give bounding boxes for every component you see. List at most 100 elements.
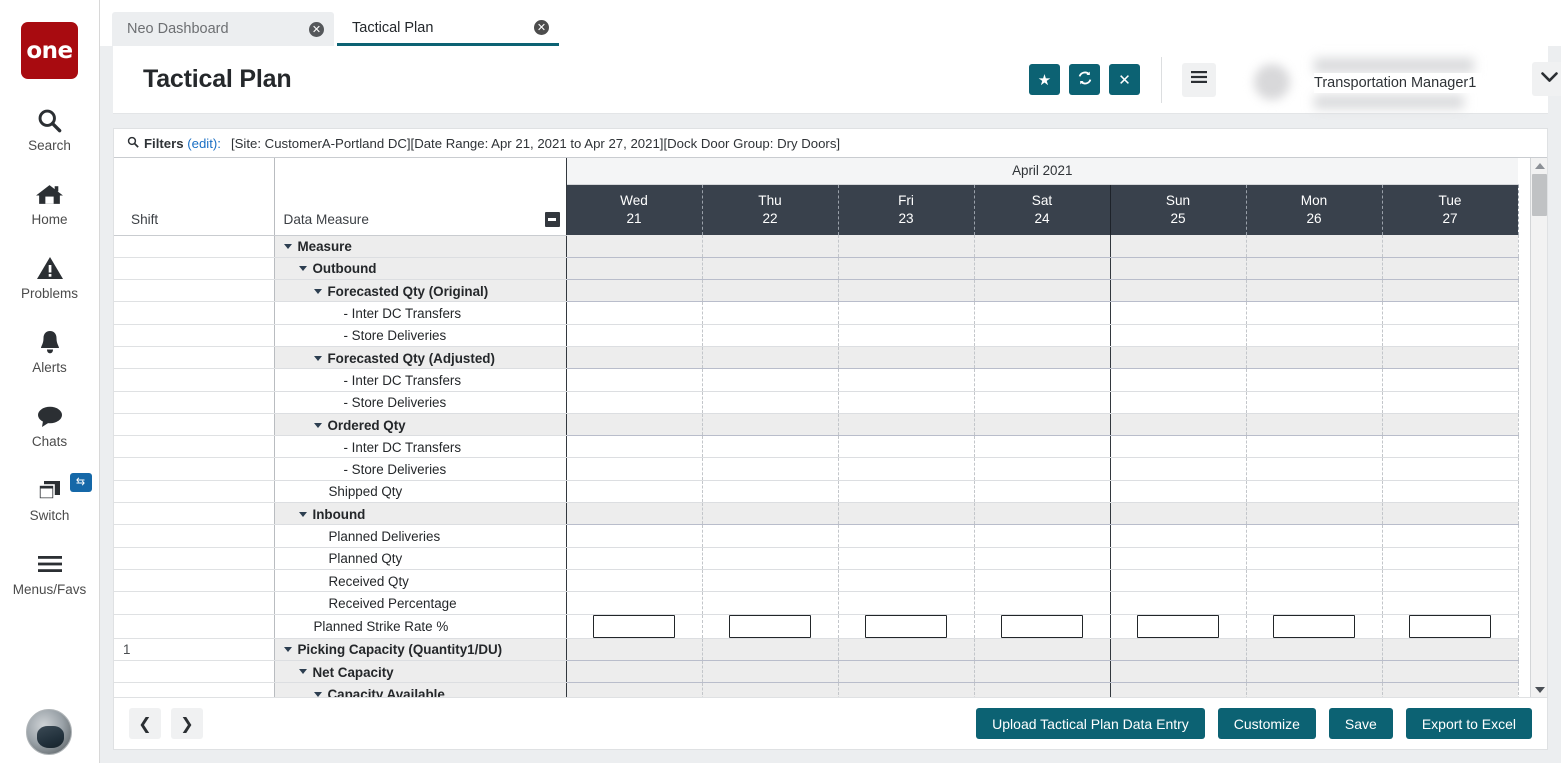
grid-scroll-area[interactable]: April 2021 Shift Data Measure Wed21 Thu2… <box>114 158 1530 697</box>
cell-day-25[interactable] <box>1110 346 1246 368</box>
nav-item-switch[interactable]: ⇆ Switch <box>0 475 100 523</box>
cell-day-26[interactable] <box>1246 660 1382 682</box>
close-button[interactable]: ✕ <box>1109 64 1140 95</box>
table-row[interactable]: Outbound <box>114 257 1518 279</box>
cell-day-24[interactable] <box>974 525 1110 547</box>
cell-day-22[interactable] <box>702 683 838 697</box>
cell-day-23[interactable] <box>838 391 974 413</box>
cell-data-measure[interactable]: - Store Deliveries <box>274 458 566 480</box>
cell-day-21[interactable] <box>566 235 702 257</box>
cell-day-22[interactable] <box>702 525 838 547</box>
cell-day-26[interactable] <box>1246 302 1382 324</box>
upload-tactical-plan-data-entry-button[interactable]: Upload Tactical Plan Data Entry <box>976 708 1205 739</box>
cell-day-22[interactable] <box>702 547 838 569</box>
cell-day-24[interactable] <box>974 458 1110 480</box>
cell-day-24[interactable] <box>974 480 1110 502</box>
cell-data-measure[interactable]: - Inter DC Transfers <box>274 436 566 458</box>
cell-day-25[interactable] <box>1110 324 1246 346</box>
table-row[interactable]: - Store Deliveries <box>114 458 1518 480</box>
cell-day-21[interactable] <box>566 458 702 480</box>
table-row[interactable]: Planned Deliveries <box>114 525 1518 547</box>
cell-day-22[interactable] <box>702 458 838 480</box>
planned-strike-rate-input[interactable] <box>1409 615 1491 638</box>
cell-day-24[interactable] <box>974 235 1110 257</box>
tab-tactical-plan[interactable]: Tactical Plan ✕ <box>337 12 559 46</box>
cell-day-25[interactable] <box>1110 592 1246 614</box>
save-button[interactable]: Save <box>1329 708 1393 739</box>
cell-day-27[interactable] <box>1382 480 1518 502</box>
cell-day-25[interactable] <box>1110 413 1246 435</box>
cell-day-26[interactable] <box>1246 547 1382 569</box>
cell-day-21[interactable] <box>566 280 702 302</box>
table-row[interactable]: Planned Strike Rate % <box>114 614 1518 638</box>
cell-day-23[interactable] <box>838 302 974 324</box>
cell-day-22[interactable] <box>702 480 838 502</box>
vertical-scrollbar[interactable] <box>1530 158 1547 697</box>
chevron-down-icon[interactable] <box>314 356 322 361</box>
cell-day-22[interactable] <box>702 324 838 346</box>
cell-day-25[interactable] <box>1110 458 1246 480</box>
app-menu-button[interactable] <box>1182 63 1216 97</box>
cell-day-21[interactable] <box>566 569 702 591</box>
cell-day-24[interactable] <box>974 503 1110 525</box>
cell-day-24[interactable] <box>974 614 1110 638</box>
cell-day-22[interactable] <box>702 503 838 525</box>
cell-data-measure[interactable]: Net Capacity <box>274 660 566 682</box>
planned-strike-rate-input[interactable] <box>729 615 811 638</box>
user-menu[interactable]: Transportation Manager1 <box>1248 52 1548 108</box>
cell-data-measure[interactable]: Shipped Qty <box>274 480 566 502</box>
cell-data-measure[interactable]: Received Percentage <box>274 592 566 614</box>
cell-day-22[interactable] <box>702 369 838 391</box>
cell-data-measure[interactable]: Picking Capacity (Quantity1/DU) <box>274 638 566 660</box>
user-avatar[interactable] <box>26 709 72 755</box>
cell-day-27[interactable] <box>1382 614 1518 638</box>
cell-data-measure[interactable]: Received Qty <box>274 569 566 591</box>
cell-day-25[interactable] <box>1110 391 1246 413</box>
cell-day-27[interactable] <box>1382 413 1518 435</box>
cell-day-25[interactable] <box>1110 369 1246 391</box>
day-header-6[interactable]: Tue27 <box>1382 184 1518 235</box>
cell-day-21[interactable] <box>566 391 702 413</box>
chevron-down-icon[interactable] <box>299 669 307 674</box>
cell-day-27[interactable] <box>1382 660 1518 682</box>
cell-day-21[interactable] <box>566 413 702 435</box>
nav-item-home[interactable]: Home <box>0 179 100 227</box>
cell-day-25[interactable] <box>1110 660 1246 682</box>
cell-day-25[interactable] <box>1110 302 1246 324</box>
day-header-5[interactable]: Mon26 <box>1246 184 1382 235</box>
table-row[interactable]: Ordered Qty <box>114 413 1518 435</box>
cell-day-25[interactable] <box>1110 280 1246 302</box>
cell-day-27[interactable] <box>1382 547 1518 569</box>
day-header-0[interactable]: Wed21 <box>566 184 702 235</box>
cell-day-23[interactable] <box>838 369 974 391</box>
cell-data-measure[interactable]: Forecasted Qty (Adjusted) <box>274 346 566 368</box>
cell-day-26[interactable] <box>1246 458 1382 480</box>
cell-day-22[interactable] <box>702 280 838 302</box>
cell-day-27[interactable] <box>1382 280 1518 302</box>
cell-data-measure[interactable]: Planned Qty <box>274 547 566 569</box>
cell-day-26[interactable] <box>1246 391 1382 413</box>
cell-day-24[interactable] <box>974 257 1110 279</box>
cell-day-24[interactable] <box>974 436 1110 458</box>
day-header-4[interactable]: Sun25 <box>1110 184 1246 235</box>
table-row[interactable]: Received Percentage <box>114 592 1518 614</box>
cell-day-24[interactable] <box>974 369 1110 391</box>
table-row[interactable]: Inbound <box>114 503 1518 525</box>
cell-day-21[interactable] <box>566 660 702 682</box>
cell-day-27[interactable] <box>1382 346 1518 368</box>
cell-data-measure[interactable]: Measure <box>274 235 566 257</box>
cell-data-measure[interactable]: Capacity Available <box>274 683 566 697</box>
cell-day-23[interactable] <box>838 569 974 591</box>
cell-data-measure[interactable]: - Store Deliveries <box>274 391 566 413</box>
cell-day-27[interactable] <box>1382 369 1518 391</box>
cell-day-21[interactable] <box>566 436 702 458</box>
cell-day-22[interactable] <box>702 436 838 458</box>
cell-day-26[interactable] <box>1246 683 1382 697</box>
nav-item-search[interactable]: Search <box>0 105 100 153</box>
cell-day-21[interactable] <box>566 346 702 368</box>
cell-day-26[interactable] <box>1246 503 1382 525</box>
cell-day-26[interactable] <box>1246 436 1382 458</box>
nav-item-chats[interactable]: Chats <box>0 401 100 449</box>
cell-day-23[interactable] <box>838 683 974 697</box>
column-header-shift[interactable]: Shift <box>114 184 274 235</box>
